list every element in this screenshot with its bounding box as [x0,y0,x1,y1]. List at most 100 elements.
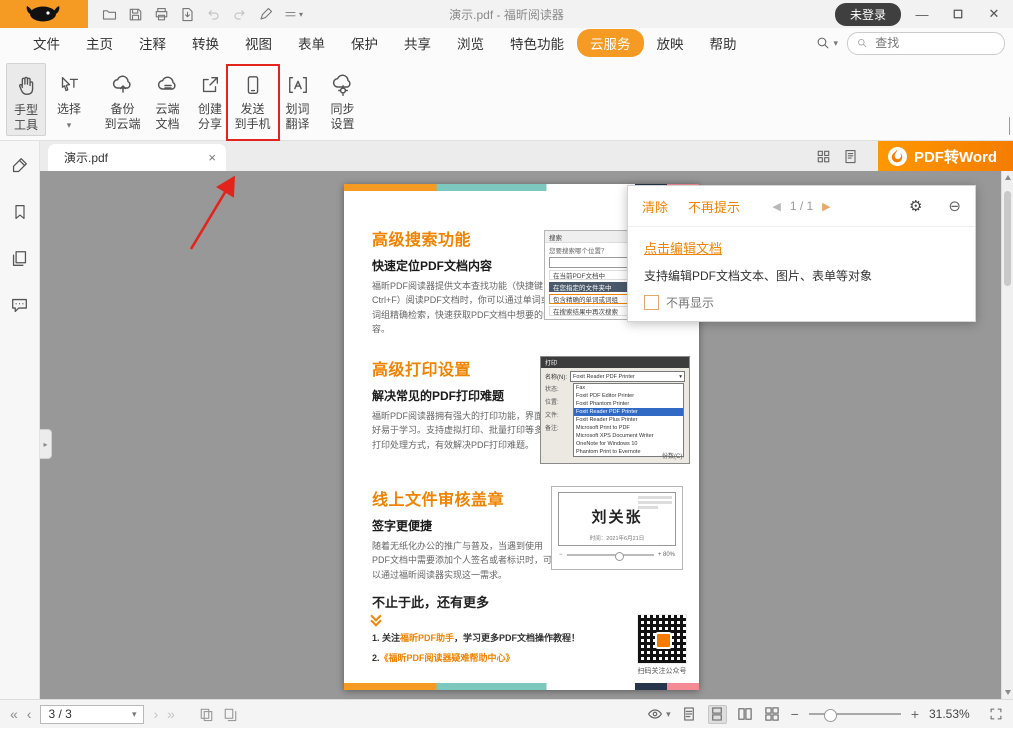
print-button[interactable] [154,7,169,22]
ink-sign-button[interactable] [258,7,273,22]
tab-grid-view-icon[interactable] [816,149,831,164]
printer-selected: Foxit Reader PDF Printer [574,408,683,416]
last-page-button[interactable]: » [167,706,175,722]
dont-prompt-button[interactable]: 不再提示 [688,197,740,216]
menu-view[interactable]: 视图 [232,29,285,57]
section-subheading: 签字更便捷 [372,517,554,534]
scrollbar-thumb[interactable] [1004,191,1011,286]
zoom-in-button[interactable]: + [911,706,919,722]
menu-home[interactable]: 主页 [73,29,126,57]
section-more: 不止于此，还有更多 1. 关注福昕PDF助手，学习更多PDF文档操作教程！ 2.… [372,592,632,664]
statusbar-right-tools: ▾ − + 31.53% [647,705,1003,724]
prev-page-button[interactable]: ‹ [27,706,32,722]
tab-bar: 演示.pdf × PDF转Word [40,141,1013,171]
document-canvas[interactable]: ▸ 高级搜索功能 快速定位PDF文档内容 福昕PDF阅读器提供文本查找功能（快捷… [40,171,1013,699]
quick-access-toolbar: ▾ [102,7,303,22]
previous-view-button[interactable] [199,707,214,722]
next-page-button[interactable]: › [153,706,158,722]
clear-button[interactable]: 清除 [642,197,668,216]
printer-name-value: Foxit Reader PDF Printer [573,374,635,380]
cloud-documents-button[interactable]: 云端 文档 [145,63,190,136]
backup-to-cloud-button[interactable]: 备份 到云端 [100,63,145,136]
print-dialog-title: 打印 [541,357,689,368]
panel-expand-handle[interactable]: ▸ [40,429,52,459]
save-button[interactable] [128,7,143,22]
view-mode-button[interactable]: ▾ [647,706,671,722]
popup-prev-icon[interactable]: ◀ [772,200,780,213]
fullscreen-button[interactable] [989,707,1003,721]
popup-next-icon[interactable]: ▶ [822,200,830,213]
zoom-slider-thumb[interactable] [824,709,837,722]
continuous-facing-view-button[interactable] [764,706,781,723]
send-to-phone-button[interactable]: 发送 到手机 [230,63,275,136]
app-menu-button[interactable] [0,0,88,28]
single-page-view-button[interactable] [681,706,698,723]
zoom-slider[interactable] [809,713,901,715]
comments-panel-icon[interactable] [11,297,28,314]
bookmarks-panel-icon[interactable] [12,204,28,220]
dont-show-checkbox[interactable] [644,295,659,310]
export-button[interactable] [180,7,195,22]
menu-convert[interactable]: 转换 [179,29,232,57]
menu-features[interactable]: 特色功能 [497,29,577,57]
scroll-up-icon[interactable] [1002,171,1013,184]
open-file-button[interactable] [102,7,117,22]
eye-icon [647,706,663,722]
first-page-button[interactable]: « [10,706,18,722]
menu-file[interactable]: 文件 [20,29,73,57]
title-bar: ▾ 演示.pdf - 福昕阅读器 未登录 — ✕ [0,0,1013,28]
word-translate-button[interactable]: 划词 翻译 [275,63,320,136]
facing-view-button[interactable] [737,706,754,723]
tab-list-view-icon[interactable] [843,149,858,164]
tab-close-icon[interactable]: × [208,150,216,165]
next-view-button[interactable] [223,707,238,722]
zoom-out-button[interactable]: − [791,706,799,722]
redo-button[interactable] [232,7,247,22]
page-number-selector[interactable]: 3 / 3 ▾ [40,705,144,724]
maximize-button[interactable] [943,2,973,26]
pdf-to-word-button[interactable]: PDF转Word [878,141,1013,171]
menu-slideshow[interactable]: 放映 [644,29,697,57]
sync-settings-button[interactable]: 同步 设置 [320,63,365,136]
foxit-reader-window: ▾ 演示.pdf - 福昕阅读器 未登录 — ✕ 文件 主页 注释 转换 视图 … [0,0,1013,729]
login-button[interactable]: 未登录 [835,3,901,26]
undo-button[interactable] [206,7,221,22]
edit-document-link[interactable]: 点击编辑文档 [644,241,722,256]
minimize-button[interactable]: — [907,2,937,26]
vertical-scrollbar[interactable] [1001,171,1013,699]
help-center-link[interactable]: 《福昕PDF阅读器疑难帮助中心》 [380,653,515,663]
more-line-1: 1. 关注福昕PDF助手，学习更多PDF文档操作教程！ [372,631,632,644]
menu-help[interactable]: 帮助 [697,29,750,57]
find-input[interactable] [873,35,995,51]
printer-name-label: 名称(N): [545,372,567,381]
hand-tool-button[interactable]: 手型 工具 [6,63,46,136]
document-tab[interactable]: 演示.pdf × [48,144,226,171]
pages-panel-icon[interactable] [11,250,28,267]
menu-comment[interactable]: 注释 [126,29,179,57]
menu-browse[interactable]: 浏览 [444,29,497,57]
menu-form[interactable]: 表单 [285,29,338,57]
scroll-down-icon[interactable] [1002,686,1013,699]
section-heading: 高级搜索功能 [372,226,554,250]
continuous-view-button[interactable] [708,705,727,724]
collapse-ribbon-button[interactable] [1009,118,1010,136]
popup-settings-gear-icon[interactable]: ⚙ [909,197,922,215]
popup-header: 清除 不再提示 ◀ 1 / 1 ▶ ⚙ ⊖ [628,186,975,227]
customize-toolbar-button[interactable]: ▾ [284,8,303,21]
quick-tools-pencil-icon[interactable] [11,157,28,174]
close-button[interactable]: ✕ [979,2,1009,26]
create-share-button[interactable]: 创建 分享 [190,63,230,136]
menu-cloud-service[interactable]: 云服务 [577,29,644,57]
search-tools-button[interactable]: ▾ [816,36,838,50]
popup-body: 点击编辑文档 支持编辑PDF文档文本、图片、表单等对象 不再显示 [628,227,975,311]
select-tool-button[interactable]: 选择 ▾ [46,63,92,136]
popup-collapse-icon[interactable]: ⊖ [948,197,961,215]
foxit-assistant-link[interactable]: 福昕PDF助手 [400,633,454,643]
section-body: 随着无纸化办公的推广与普及，当遇到使用PDF文档中需要添加个人签名或者标识时，可… [372,539,554,582]
menu-share[interactable]: 共享 [391,29,444,57]
caret-down-icon: ▾ [132,709,137,720]
menu-protect[interactable]: 保护 [338,29,391,57]
share-icon [199,71,221,99]
popup-page-indicator: 1 / 1 [790,199,813,213]
find-box[interactable] [847,32,1005,55]
